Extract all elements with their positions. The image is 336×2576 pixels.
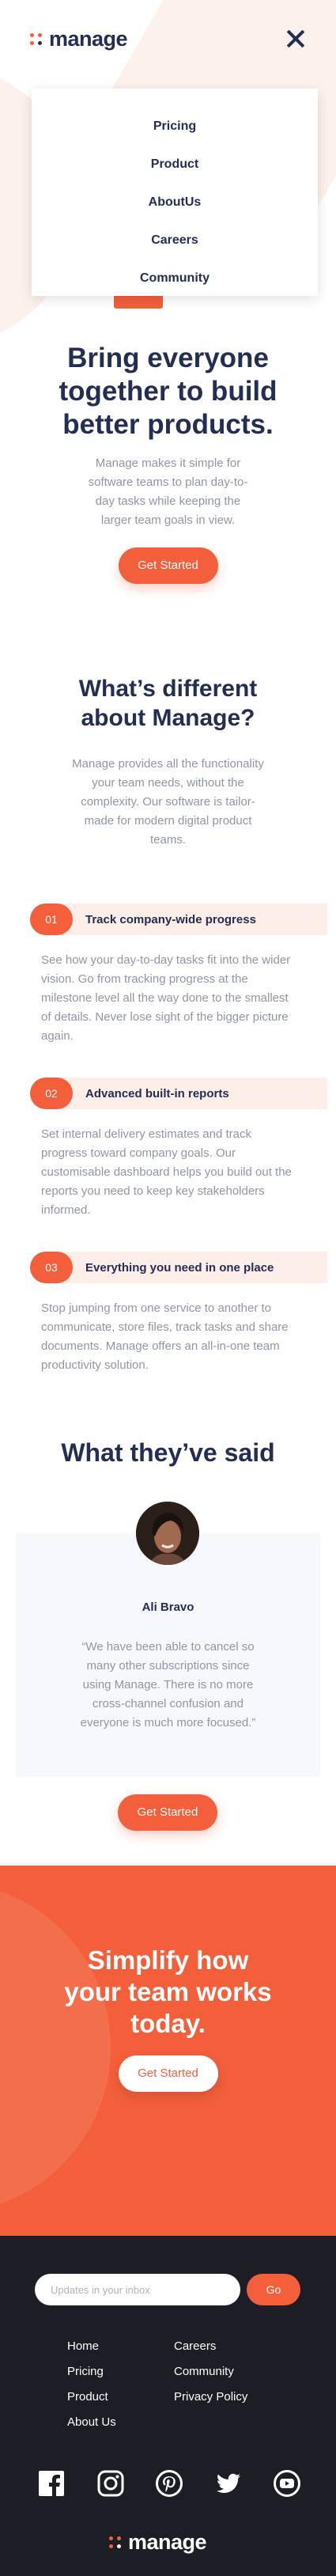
feature-description: Stop jumping from one service to another… [41, 1301, 289, 1372]
footer-logo[interactable]: manage [109, 2530, 207, 2555]
nav-link-pricing[interactable]: Pricing [32, 109, 318, 147]
hero-section: Bring everyone together to build better … [0, 342, 336, 584]
logo-text: manage [49, 27, 128, 51]
footer-link-privacy-policy[interactable]: Privacy Policy [174, 2385, 281, 2410]
instagram-icon[interactable] [97, 2470, 124, 2497]
nav-link-product[interactable]: Product [32, 147, 318, 185]
logo-mark-icon [30, 32, 43, 46]
cta-get-started-button[interactable]: Get Started [118, 2055, 218, 2092]
subscribe-email-input[interactable] [35, 2274, 240, 2305]
subscribe-form: Go [35, 2274, 300, 2305]
feature-item: 03 Everything you need in one place Stop… [30, 1252, 327, 1375]
hero-get-started-button[interactable]: Get Started [118, 547, 218, 584]
nav-link-careers[interactable]: Careers [32, 223, 318, 261]
page: manage Pricing Product AboutUs Careers C… [0, 0, 336, 2576]
footer-link-community[interactable]: Community [174, 2359, 281, 2385]
footer: Go Home Pricing Product About Us Careers… [0, 2236, 336, 2576]
footer-link-careers[interactable]: Careers [174, 2334, 281, 2359]
nav-link-about-us[interactable]: AboutUs [32, 185, 318, 223]
feature-title: Everything you need in one place [85, 1260, 274, 1275]
testimonial-name: Ali Bravo [142, 1601, 194, 1614]
footer-links-col2: Careers Community Privacy Policy [174, 2334, 281, 2435]
testimonials-section: What they’ve said [0, 1438, 336, 1468]
feature-number-badge: 02 [30, 1078, 73, 1109]
footer-link-home[interactable]: Home [67, 2334, 174, 2359]
logo[interactable]: manage [30, 27, 128, 51]
feature-title: Advanced built-in reports [85, 1086, 229, 1100]
cta-title: Simplify how your team works today. [64, 1945, 272, 2038]
feature-item: 01 Track company-wide progress See how y… [30, 903, 327, 1046]
feature-description: See how your day-to-day tasks fit into t… [41, 953, 291, 1043]
youtube-icon[interactable] [274, 2470, 300, 2497]
avatar [136, 1502, 199, 1565]
decorative-shape [0, 1881, 111, 2214]
footer-link-pricing[interactable]: Pricing [67, 2359, 174, 2385]
difference-text: Manage provides all the functionality yo… [72, 757, 264, 847]
difference-section: What’s different about Manage? Manage pr… [0, 674, 336, 850]
close-menu-icon[interactable] [285, 28, 306, 49]
feature-title: Track company-wide progress [85, 912, 256, 926]
feature-item: 02 Advanced built-in reports Set interna… [30, 1078, 327, 1220]
feature-number-badge: 03 [30, 1252, 73, 1283]
testimonial-card: Ali Bravo “We have been able to cancel s… [16, 1533, 320, 1777]
testimonials-get-started-button[interactable]: Get Started [118, 1794, 217, 1831]
footer-link-about-us[interactable]: About Us [67, 2410, 174, 2435]
testimonial-quote: “We have been able to cancel so many oth… [80, 1640, 256, 1729]
cta-banner: Simplify how your team works today. Get … [0, 1866, 336, 2236]
logo-mark-icon [109, 2536, 122, 2549]
hero-title: Bring everyone together to build better … [59, 343, 277, 440]
footer-link-product[interactable]: Product [67, 2385, 174, 2410]
testimonials-title: What they’ve said [61, 1438, 275, 1467]
facebook-icon[interactable] [38, 2470, 65, 2497]
pinterest-icon[interactable] [156, 2470, 183, 2497]
subscribe-go-button[interactable]: Go [247, 2274, 300, 2305]
twitter-icon[interactable] [215, 2470, 242, 2497]
header: manage [0, 0, 336, 79]
footer-links: Home Pricing Product About Us Careers Co… [67, 2334, 281, 2435]
social-links [38, 2470, 300, 2497]
footer-logo-text: manage [128, 2530, 207, 2554]
nav-link-community[interactable]: Community [32, 261, 318, 299]
difference-title: What’s different about Manage? [78, 676, 258, 731]
feature-description: Set internal delivery estimates and trac… [41, 1127, 292, 1217]
hero-text: Manage makes it simple for software team… [88, 456, 248, 527]
footer-links-col1: Home Pricing Product About Us [67, 2334, 174, 2435]
feature-number-badge: 01 [30, 903, 73, 935]
mobile-nav-menu: Pricing Product AboutUs Careers Communit… [32, 89, 318, 296]
